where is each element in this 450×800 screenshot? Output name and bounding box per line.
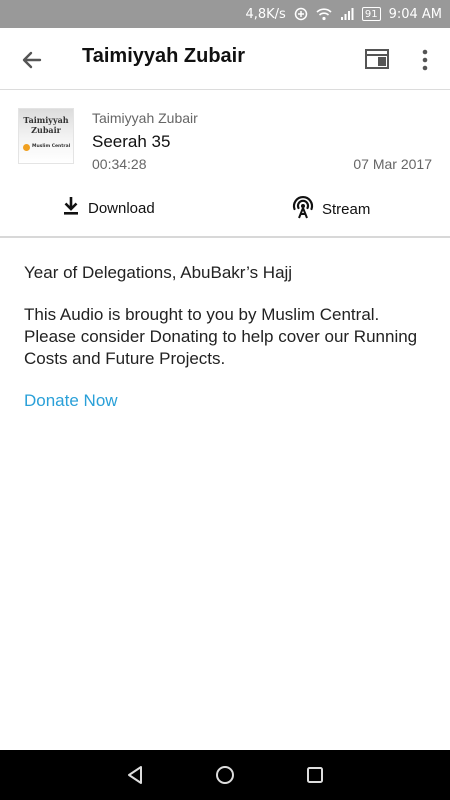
clock: 9:04 AM: [388, 6, 442, 22]
thumbnail-title: Taimiyyah Zubair: [23, 115, 69, 135]
signal-icon: [340, 7, 354, 21]
status-bar: 4,8K/s 91 9:04 AM: [0, 0, 450, 28]
episode-author: Taimiyyah Zubair: [92, 110, 198, 126]
app-bar: Taimiyyah Zubair: [0, 28, 450, 90]
episode-title: Seerah 35: [92, 132, 171, 151]
nav-back-icon[interactable]: [124, 764, 146, 786]
stream-icon: [290, 194, 316, 224]
donate-now-link[interactable]: Donate Now: [24, 390, 118, 412]
download-button[interactable]: Download: [60, 194, 155, 222]
muslim-central-logo-icon: [23, 144, 30, 151]
network-speed: 4,8K/s: [245, 6, 286, 22]
download-label: Download: [88, 199, 155, 217]
episode-card: Taimiyyah Zubair Muslim Central Taimiyya…: [0, 90, 450, 238]
battery-icon: 91: [361, 7, 381, 21]
page-title: Taimiyyah Zubair: [82, 45, 246, 67]
episode-duration: 00:34:28: [92, 156, 147, 172]
stream-button[interactable]: Stream: [290, 194, 370, 224]
stream-label: Stream: [322, 200, 371, 218]
episode-description: Year of Delegations, AbuBakr’s Hajj This…: [24, 262, 434, 412]
back-arrow-icon[interactable]: [18, 46, 46, 74]
data-saver-icon: [294, 7, 308, 21]
description-text: Year of Delegations, AbuBakr’s Hajj: [24, 263, 293, 282]
battery-level: 91: [364, 8, 378, 20]
window-icon[interactable]: [364, 46, 390, 72]
thumbnail-brand: Muslim Central: [32, 144, 71, 149]
promo-text: This Audio is brought to you by Muslim C…: [24, 305, 418, 368]
system-nav-bar: [0, 750, 450, 800]
download-icon: [60, 195, 82, 221]
more-vert-icon[interactable]: [414, 46, 436, 74]
episode-thumbnail: Taimiyyah Zubair Muslim Central: [18, 108, 74, 164]
nav-home-icon[interactable]: [214, 764, 236, 786]
nav-recents-icon[interactable]: [305, 765, 325, 785]
episode-date: 07 Mar 2017: [353, 156, 432, 172]
wifi-icon: [316, 7, 332, 21]
